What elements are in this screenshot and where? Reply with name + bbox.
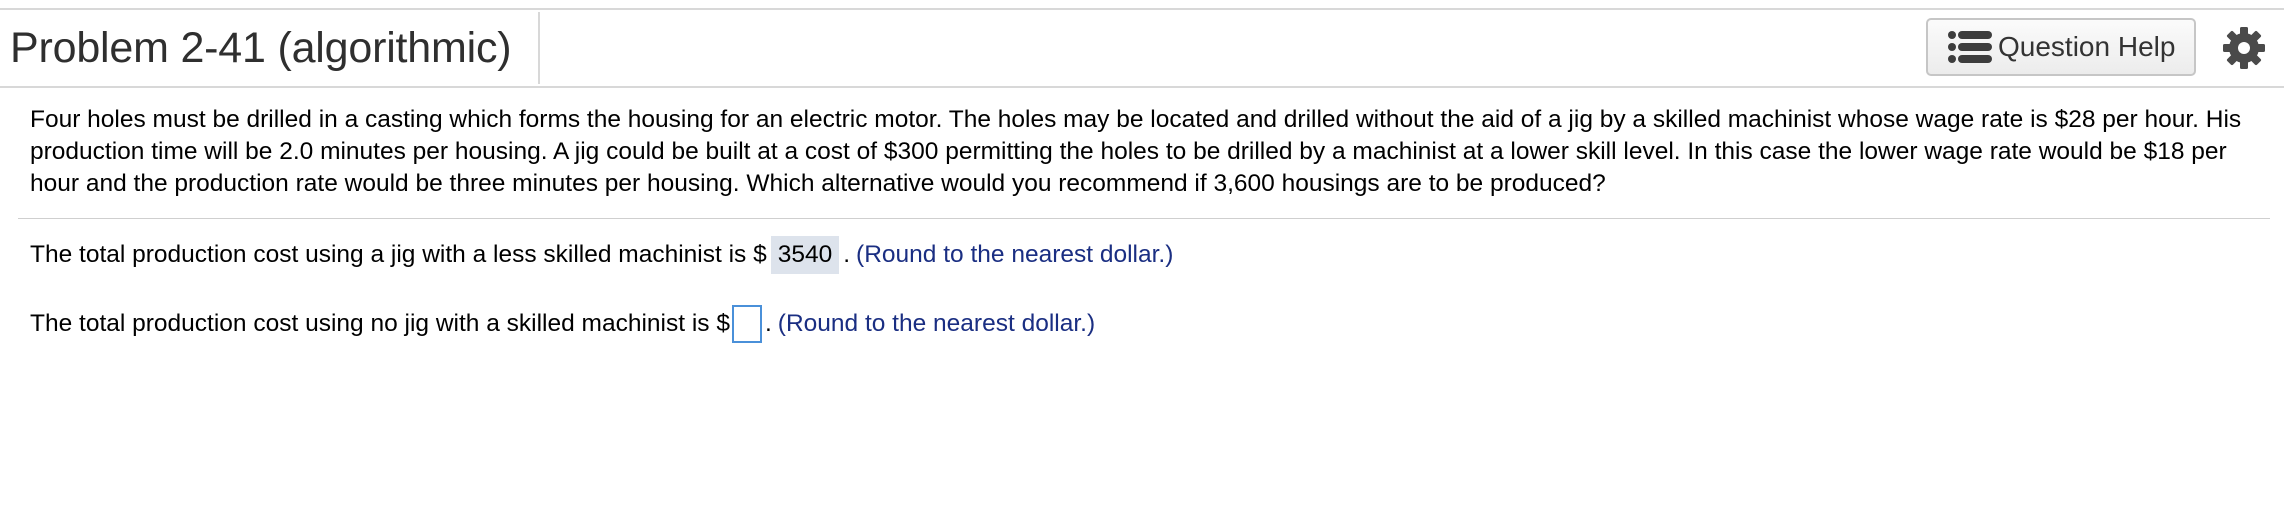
- question-2-suffix: .: [764, 310, 772, 337]
- problem-statement: Four holes must be drilled in a casting …: [30, 106, 2242, 197]
- question-2: The total production cost using no jig w…: [30, 305, 1095, 343]
- section-divider: [18, 218, 2270, 219]
- title-divider: [538, 12, 540, 84]
- question-1-suffix: .: [843, 241, 851, 268]
- rounding-hint: (Round to the nearest dollar.): [856, 241, 1174, 268]
- page-title: Problem 2-41 (algorithmic): [10, 24, 512, 72]
- gear-icon[interactable]: [2222, 26, 2266, 70]
- answer-2-input[interactable]: [731, 305, 762, 343]
- question-help-label: Question Help: [1998, 31, 2176, 62]
- question-2-prefix: The total production cost using no jig w…: [30, 310, 730, 337]
- list-icon: [1948, 31, 1992, 63]
- answer-1-value[interactable]: 3540: [770, 236, 840, 274]
- question-1: The total production cost using a jig wi…: [30, 236, 1173, 274]
- rounding-hint: (Round to the nearest dollar.): [777, 310, 1096, 337]
- question-1-prefix: The total production cost using a jig wi…: [30, 241, 767, 268]
- problem-header: Problem 2-41 (algorithmic) Question Help: [0, 10, 2284, 88]
- question-help-button[interactable]: Question Help: [1926, 18, 2196, 76]
